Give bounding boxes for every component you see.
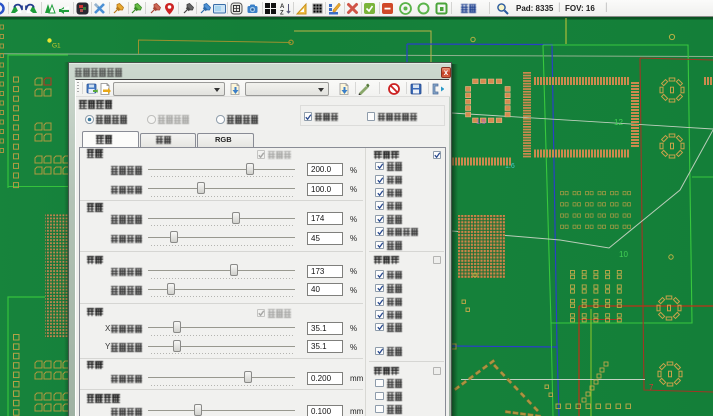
svg-text:10: 10 [619,250,628,259]
svg-text:1.5: 1.5 [476,119,486,126]
svg-text:Z: Z [280,11,284,16]
svg-text:7: 7 [649,383,654,392]
svg-text:12: 12 [614,118,623,127]
svg-text:A: A [280,4,285,10]
svg-text:G1: G1 [52,43,61,50]
